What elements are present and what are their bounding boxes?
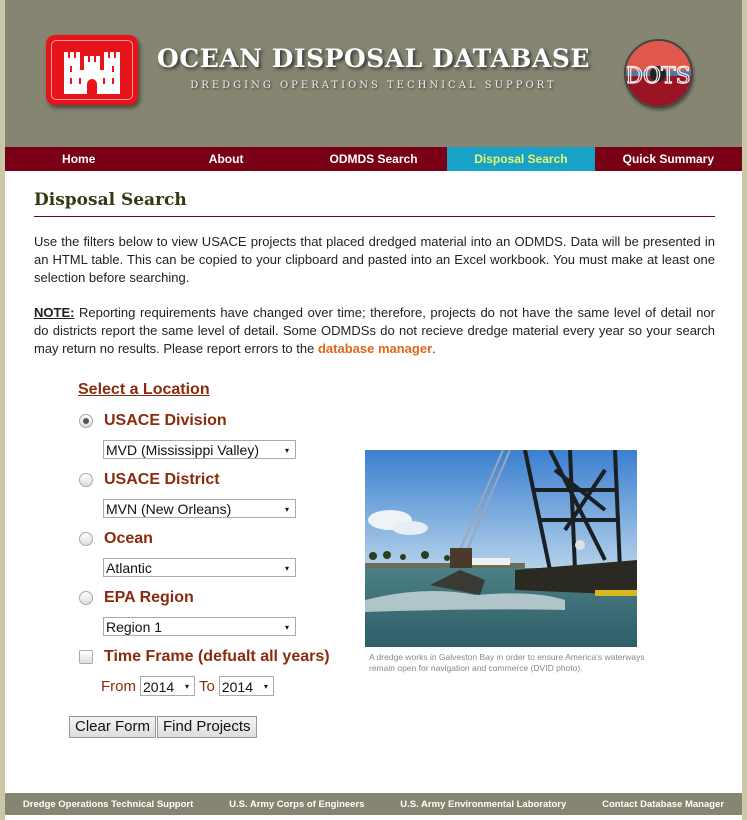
note-label: NOTE: (34, 305, 75, 320)
usace-division-radio[interactable] (79, 414, 93, 428)
chevron-down-icon: ▾ (284, 623, 289, 632)
ocean-select[interactable]: Atlantic ▾ (103, 558, 296, 577)
usace-division-label: USACE Division (104, 412, 227, 429)
title-divider (34, 216, 715, 217)
chevron-down-icon: ▾ (263, 682, 268, 691)
nav-disposal-search[interactable]: Disposal Search (447, 147, 595, 171)
usace-district-label: USACE District (104, 471, 220, 488)
footer-link-dots[interactable]: Dredge Operations Technical Support (23, 799, 193, 810)
select-location-heading: Select a Location (78, 381, 210, 398)
site-header: OCEAN DISPOSAL DATABASE DREDGING OPERATI… (5, 0, 742, 147)
dots-emblem-icon: DOTS (626, 41, 691, 106)
chevron-down-icon: ▾ (284, 505, 289, 514)
epa-region-label: EPA Region (104, 589, 194, 606)
year-range: From 2014 ▾ To 2014 ▾ (101, 676, 278, 696)
chevron-down-icon: ▾ (284, 446, 289, 455)
usace-division-select[interactable]: MVD (Mississippi Valley) ▾ (103, 440, 296, 459)
option-usace-district: USACE District (79, 471, 220, 489)
usace-district-select[interactable]: MVN (New Orleans) ▾ (103, 499, 296, 518)
svg-text:DOTS: DOTS (626, 64, 691, 89)
chevron-down-icon: ▾ (284, 564, 289, 573)
note-text: NOTE: Reporting requirements have change… (34, 304, 715, 358)
clear-form-button[interactable]: Clear Form (69, 716, 157, 738)
site-footer: Dredge Operations Technical Support U.S.… (5, 793, 742, 815)
time-frame-checkbox[interactable] (79, 650, 93, 664)
ocean-radio[interactable] (79, 532, 93, 546)
chevron-down-icon: ▾ (184, 682, 189, 691)
dredge-image (365, 450, 637, 647)
page-frame: OCEAN DISPOSAL DATABASE DREDGING OPERATI… (5, 0, 742, 820)
note-end: . (432, 341, 436, 356)
from-year-select[interactable]: 2014 ▾ (140, 676, 195, 696)
nav-quick-summary[interactable]: Quick Summary (595, 147, 742, 171)
option-epa-region: EPA Region (79, 589, 194, 607)
main-nav: Home About ODMDS Search Disposal Search … (5, 147, 742, 171)
to-year-select[interactable]: 2014 ▾ (218, 676, 274, 696)
option-usace-division: USACE Division (79, 412, 227, 430)
photo-caption: A dredge works in Galveston Bay in order… (369, 652, 645, 673)
usace-district-value: MVN (New Orleans) (106, 501, 232, 517)
time-frame-label: Time Frame (defualt all years) (104, 648, 330, 665)
nav-home[interactable]: Home (5, 147, 152, 171)
footer-link-environmental-lab[interactable]: U.S. Army Environmental Laboratory (400, 799, 566, 810)
database-manager-link[interactable]: database manager (318, 341, 432, 356)
from-label: From (101, 677, 136, 695)
dredge-photo (365, 450, 637, 647)
epa-region-select[interactable]: Region 1 ▾ (103, 617, 296, 636)
ocean-value: Atlantic (106, 560, 152, 576)
usace-division-value: MVD (Mississippi Valley) (106, 442, 259, 458)
intro-text: Use the filters below to view USACE proj… (34, 234, 715, 285)
page-title: Disposal Search (34, 190, 187, 210)
epa-region-radio[interactable] (79, 591, 93, 605)
nav-about[interactable]: About (152, 147, 299, 171)
nav-odmds-search[interactable]: ODMDS Search (300, 147, 447, 171)
ocean-label: Ocean (104, 530, 153, 547)
from-year-value: 2014 (143, 679, 175, 695)
find-projects-button[interactable]: Find Projects (157, 716, 257, 738)
footer-link-usace[interactable]: U.S. Army Corps of Engineers (229, 799, 364, 810)
to-year-value: 2014 (221, 679, 253, 695)
option-time-frame: Time Frame (defualt all years) (79, 648, 330, 666)
footer-link-contact-manager[interactable]: Contact Database Manager (602, 799, 724, 810)
to-label: To (199, 677, 215, 695)
epa-region-value: Region 1 (106, 619, 163, 635)
option-ocean: Ocean (79, 530, 153, 548)
dots-logo[interactable]: DOTS (624, 39, 693, 108)
usace-district-radio[interactable] (79, 473, 93, 487)
